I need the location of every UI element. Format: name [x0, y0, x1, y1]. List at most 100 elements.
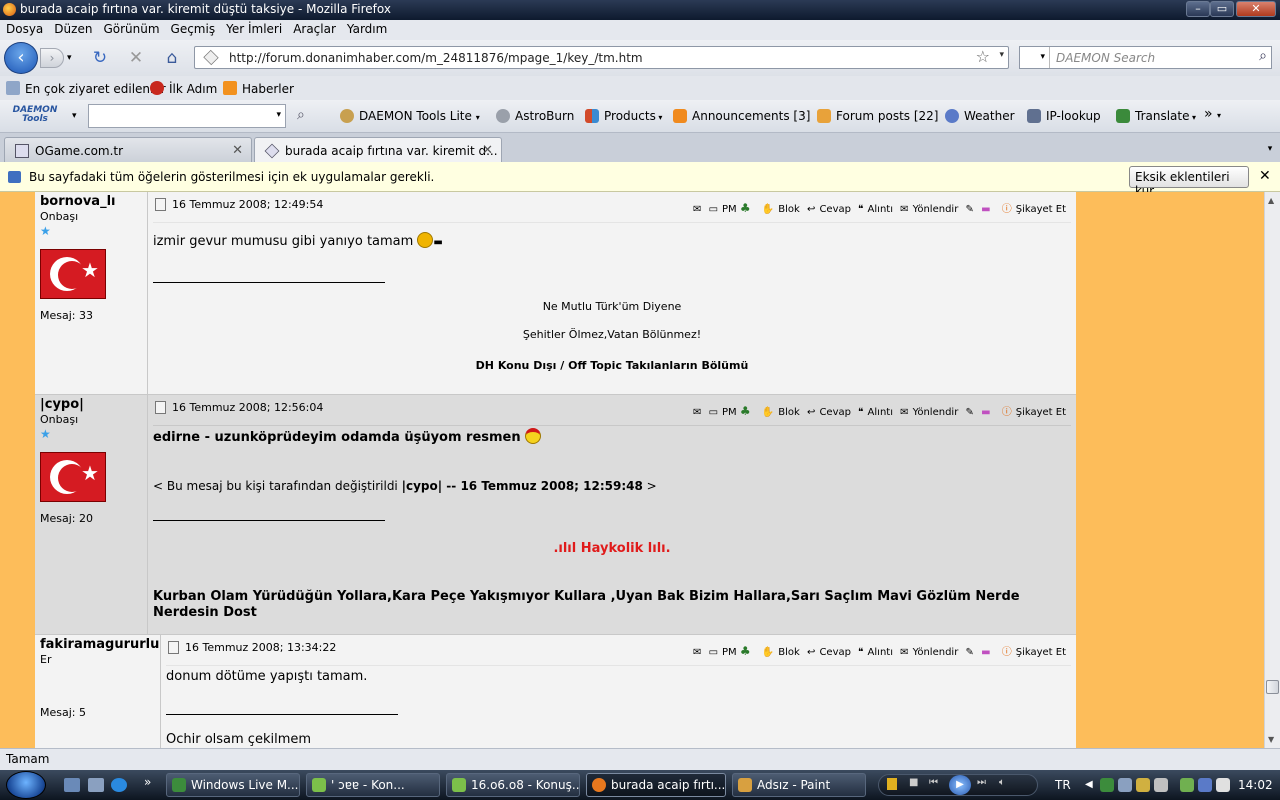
- block-button[interactable]: ✋ Blok: [758, 204, 800, 215]
- note-icon[interactable]: ✎: [966, 407, 974, 418]
- minimize-button[interactable]: –: [1186, 1, 1210, 17]
- scrollbar-thumb[interactable]: [1266, 680, 1279, 694]
- reply-button[interactable]: ↩ Cevap: [807, 647, 851, 658]
- folder-icon[interactable]: ▬: [981, 407, 990, 418]
- folder-icon[interactable]: ▬: [981, 204, 990, 215]
- scroll-up-icon[interactable]: ▲: [1268, 196, 1274, 205]
- tab-list-dropdown-icon[interactable]: ▾: [1260, 137, 1280, 161]
- site-identity-icon[interactable]: [203, 49, 219, 66]
- bookmark-star-icon[interactable]: ☆: [976, 47, 990, 66]
- email-icon[interactable]: ✉: [693, 647, 701, 658]
- internet-explorer-icon[interactable]: [111, 778, 127, 792]
- url-bar[interactable]: http://forum.donanimhaber.com/m_24811876…: [194, 46, 1009, 69]
- maximize-button[interactable]: ▭: [1210, 1, 1234, 17]
- username[interactable]: |cypo|: [40, 397, 147, 412]
- home-icon[interactable]: ⌂: [162, 48, 182, 68]
- taskbar-messenger-1[interactable]: ' ɔɐɐ - Kon...: [306, 773, 440, 797]
- post-link-icon[interactable]: [155, 198, 166, 211]
- tab-forum-post[interactable]: burada acaip fırtına var. kiremit d... ✕: [254, 137, 502, 164]
- email-icon[interactable]: ✉: [693, 204, 701, 215]
- back-button[interactable]: ‹: [4, 42, 38, 74]
- post-link-icon[interactable]: [168, 641, 179, 654]
- search-icon[interactable]: ⌕: [1259, 48, 1267, 64]
- toolbar-astroburn[interactable]: AstroBurn: [496, 109, 574, 123]
- toolbar-ip-lookup[interactable]: IP-lookup: [1027, 109, 1101, 123]
- tab-ogame[interactable]: OGame.com.tr ✕: [4, 137, 252, 163]
- toolbar-announcements[interactable]: Announcements [3]: [673, 109, 810, 123]
- toolbar-products[interactable]: Products ▾: [585, 109, 662, 123]
- forward-button[interactable]: ✉ Yönlendir: [900, 407, 958, 418]
- language-indicator[interactable]: TR: [1055, 770, 1071, 800]
- menu-edit[interactable]: Düzen: [48, 20, 97, 40]
- tray-messenger-icon[interactable]: [1100, 778, 1114, 792]
- close-tab-icon[interactable]: ✕: [232, 143, 243, 158]
- forward-button[interactable]: ✉ Yönlendir: [900, 647, 958, 658]
- daemon-search-icon[interactable]: ⌕: [297, 107, 305, 123]
- reload-icon[interactable]: ↻: [90, 48, 110, 68]
- tray-network-icon[interactable]: [1118, 778, 1132, 792]
- post-link-icon[interactable]: [155, 401, 166, 414]
- bookmark-getting-started[interactable]: İlk Adım: [150, 81, 217, 96]
- chevron-down-icon[interactable]: ▾: [276, 110, 281, 120]
- play-icon[interactable]: ▶: [949, 775, 971, 795]
- url-dropdown-icon[interactable]: ▾: [999, 50, 1004, 60]
- menu-bookmarks[interactable]: Yer İmleri: [220, 20, 287, 40]
- menu-history[interactable]: Geçmiş: [165, 20, 221, 40]
- add-friend-icon[interactable]: ♣: [740, 644, 751, 658]
- note-icon[interactable]: ✎: [966, 647, 974, 658]
- signature-link[interactable]: DH Konu Dışı / Off Topic Takılanların Bö…: [153, 359, 1071, 372]
- block-button[interactable]: ✋ Blok: [758, 647, 800, 658]
- stop-icon[interactable]: ✕: [126, 48, 146, 68]
- add-friend-icon[interactable]: ♣: [740, 404, 751, 418]
- quote-button[interactable]: ❝ Alıntı: [858, 204, 893, 215]
- tray-volume-icon[interactable]: [1216, 778, 1230, 792]
- taskbar-firefox[interactable]: burada acaip fırtı...: [586, 773, 726, 797]
- menu-file[interactable]: Dosya: [0, 20, 48, 40]
- daemon-menu-dropdown-icon[interactable]: ▾: [72, 111, 77, 121]
- bookmark-most-visited[interactable]: En çok ziyaret edilenler: [6, 81, 166, 96]
- report-button[interactable]: ⓘ Şikayet Et: [998, 204, 1066, 215]
- toolbar-translate[interactable]: Translate ▾: [1116, 109, 1196, 123]
- toolbar-forum-posts[interactable]: Forum posts [22]: [817, 109, 938, 123]
- toolbar-overflow-chevron-icon[interactable]: » ▾: [1204, 106, 1221, 122]
- close-notification-icon[interactable]: ✕: [1259, 168, 1271, 184]
- email-icon[interactable]: ✉: [693, 407, 701, 418]
- note-icon[interactable]: ✎: [966, 204, 974, 215]
- folder-icon[interactable]: ▬: [981, 647, 990, 658]
- toolbar-weather[interactable]: Weather: [945, 109, 1015, 123]
- quote-button[interactable]: ❝ Alıntı: [858, 407, 893, 418]
- pm-button[interactable]: ▭ PM: [709, 407, 737, 418]
- forward-button[interactable]: ›: [40, 48, 64, 68]
- toolbar-daemon-tools-lite[interactable]: DAEMON Tools Lite ▾: [340, 109, 480, 123]
- install-missing-plugins-button[interactable]: Eksik eklentileri kur...: [1129, 166, 1249, 198]
- history-dropdown-icon[interactable]: ▾: [67, 53, 72, 63]
- media-player-icon[interactable]: [887, 778, 897, 790]
- search-box[interactable]: ▾ DAEMON Search ⌕: [1019, 46, 1272, 69]
- next-track-icon[interactable]: ⏭: [977, 777, 986, 788]
- clock[interactable]: 14:02: [1238, 770, 1273, 800]
- daemon-logo[interactable]: DAEMON Tools: [10, 106, 60, 124]
- pm-button[interactable]: ▭ PM: [709, 204, 737, 215]
- show-desktop-icon[interactable]: [64, 778, 80, 792]
- block-button[interactable]: ✋ Blok: [758, 407, 800, 418]
- menu-tools[interactable]: Araçlar: [287, 20, 341, 40]
- stop-media-icon[interactable]: ■: [909, 777, 918, 788]
- volume-icon[interactable]: 🔈︎: [999, 777, 1005, 788]
- taskbar-windows-live[interactable]: Windows Live M...: [166, 773, 300, 797]
- taskbar-messenger-2[interactable]: 16.o6.o8 - Konuş...: [446, 773, 580, 797]
- forward-button[interactable]: ✉ Yönlendir: [900, 204, 958, 215]
- quicklaunch-overflow-icon[interactable]: »: [144, 775, 151, 789]
- tray-expand-icon[interactable]: ◀: [1085, 770, 1093, 800]
- taskbar-paint[interactable]: Adsız - Paint: [732, 773, 866, 797]
- username[interactable]: fakiramagururlu: [40, 637, 160, 652]
- close-tab-icon[interactable]: ✕: [482, 143, 493, 158]
- switch-windows-icon[interactable]: [88, 778, 104, 792]
- reply-button[interactable]: ↩ Cevap: [807, 204, 851, 215]
- daemon-search-combo[interactable]: ▾: [88, 104, 286, 128]
- url-text[interactable]: http://forum.donanimhaber.com/m_24811876…: [229, 51, 643, 65]
- vertical-scrollbar[interactable]: ▲ ▼: [1264, 192, 1280, 748]
- menu-help[interactable]: Yardım: [341, 20, 392, 40]
- report-button[interactable]: ⓘ Şikayet Et: [998, 647, 1066, 658]
- avatar[interactable]: ★: [40, 249, 106, 299]
- search-engine-dropdown-icon[interactable]: ▾: [1020, 47, 1050, 68]
